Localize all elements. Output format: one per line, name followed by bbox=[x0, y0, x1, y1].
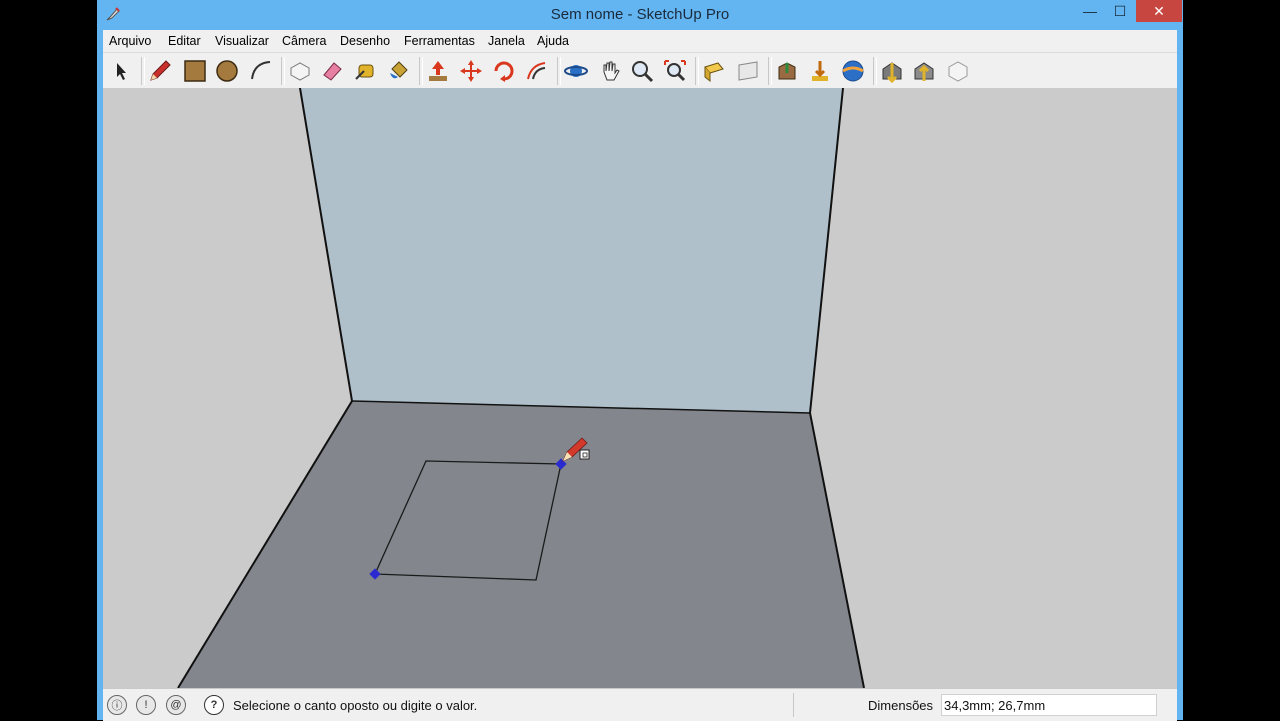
orbit-tool-button[interactable] bbox=[563, 58, 589, 84]
previous-view-icon bbox=[704, 62, 724, 83]
minimize-button[interactable]: — bbox=[1074, 0, 1106, 22]
component-icon bbox=[290, 62, 310, 81]
toolbar-separator bbox=[768, 57, 772, 85]
title-bar[interactable]: Sem nome - SketchUp Pro — ☐ ✕ bbox=[97, 0, 1183, 30]
circle-icon bbox=[216, 60, 238, 82]
menu-desenho[interactable]: Desenho bbox=[340, 34, 390, 48]
zoom-tool-button[interactable] bbox=[629, 58, 655, 84]
eraser-icon bbox=[323, 62, 342, 81]
arrow-icon bbox=[117, 63, 126, 80]
eraser-tool-button[interactable] bbox=[319, 58, 345, 84]
close-button[interactable]: ✕ bbox=[1136, 0, 1182, 22]
share-model-icon bbox=[812, 61, 828, 81]
zoom-extents-button[interactable] bbox=[662, 58, 688, 84]
paint-bucket-icon bbox=[390, 61, 408, 79]
move-tool-button[interactable] bbox=[458, 58, 484, 84]
rotate-tool-button[interactable] bbox=[491, 58, 517, 84]
layout-icon bbox=[948, 61, 968, 82]
warehouse-button[interactable] bbox=[879, 58, 905, 84]
arc-icon bbox=[251, 61, 271, 80]
back-wall bbox=[300, 88, 843, 413]
right-wall bbox=[810, 88, 1177, 688]
pencil-icon bbox=[150, 60, 171, 81]
menu-visualizar[interactable]: Visualizar bbox=[215, 34, 269, 48]
get-models-button[interactable] bbox=[774, 58, 800, 84]
warehouse-icon bbox=[882, 62, 902, 83]
toolbar-separator bbox=[141, 57, 145, 85]
toolbar-separator bbox=[557, 57, 561, 85]
drawing-viewport[interactable] bbox=[103, 88, 1177, 688]
menu-camera[interactable]: Câmera bbox=[282, 34, 326, 48]
measurements-label: Dimensões bbox=[868, 698, 934, 713]
offset-icon bbox=[527, 62, 546, 80]
globe-icon bbox=[842, 60, 864, 82]
tape-measure-icon bbox=[355, 64, 374, 80]
sketchup-window: Sem nome - SketchUp Pro — ☐ ✕ Arquivo Ed… bbox=[97, 0, 1183, 721]
share-model-button[interactable] bbox=[807, 58, 833, 84]
toolbar-separator bbox=[419, 57, 423, 85]
menu-arquivo[interactable]: Arquivo bbox=[109, 34, 151, 48]
offset-tool-button[interactable] bbox=[524, 58, 550, 84]
circle-tool-button[interactable] bbox=[214, 58, 240, 84]
push-pull-icon bbox=[429, 61, 447, 81]
scene-canvas[interactable] bbox=[103, 88, 1177, 688]
menu-ferramentas[interactable]: Ferramentas bbox=[404, 34, 475, 48]
select-tool-button[interactable] bbox=[109, 58, 135, 84]
status-bar: ⓘ ! @ ? Selecione o canto oposto ou digi… bbox=[103, 688, 1177, 721]
share-component-button[interactable] bbox=[840, 58, 866, 84]
menu-editar[interactable]: Editar bbox=[168, 34, 201, 48]
push-pull-button[interactable] bbox=[425, 58, 451, 84]
move-icon bbox=[460, 60, 482, 82]
orbit-icon bbox=[564, 65, 588, 77]
maximize-button[interactable]: ☐ bbox=[1104, 0, 1136, 22]
hand-icon bbox=[603, 61, 620, 81]
zoom-extents-icon bbox=[664, 60, 686, 82]
maximize-icon: ☐ bbox=[1113, 2, 1127, 19]
minimize-icon: — bbox=[1083, 3, 1097, 19]
menu-ajuda[interactable]: Ajuda bbox=[537, 34, 569, 48]
extension-warehouse-icon bbox=[914, 62, 934, 81]
menu-janela[interactable]: Janela bbox=[488, 34, 525, 48]
paint-bucket-button[interactable] bbox=[386, 58, 412, 84]
toolbar-separator bbox=[695, 57, 699, 85]
window-title: Sem nome - SketchUp Pro bbox=[550, 6, 730, 23]
close-icon: ✕ bbox=[1153, 2, 1165, 19]
credits-icon[interactable]: ! bbox=[136, 695, 156, 715]
status-message: Selecione o canto oposto ou digite o val… bbox=[233, 698, 478, 713]
layout-button[interactable] bbox=[945, 58, 971, 84]
tape-measure-button[interactable] bbox=[353, 58, 379, 84]
rectangle-icon bbox=[184, 60, 206, 82]
menu-bar: Arquivo Editar Visualizar Câmera Desenho… bbox=[103, 30, 1177, 52]
next-view-icon bbox=[738, 61, 758, 81]
magnifier-icon bbox=[632, 61, 654, 83]
rectangle-tool-button[interactable] bbox=[182, 58, 208, 84]
pan-tool-button[interactable] bbox=[597, 58, 623, 84]
status-divider bbox=[793, 693, 794, 717]
rotate-icon bbox=[494, 61, 514, 82]
get-models-icon bbox=[778, 62, 796, 80]
user-account-icon[interactable]: @ bbox=[166, 695, 186, 715]
next-view-button[interactable] bbox=[735, 58, 761, 84]
toolbar-separator bbox=[281, 57, 285, 85]
arc-tool-button[interactable] bbox=[248, 58, 274, 84]
make-component-button[interactable] bbox=[287, 58, 313, 84]
main-toolbar bbox=[103, 52, 1177, 88]
geo-location-icon[interactable]: ⓘ bbox=[107, 695, 127, 715]
measurements-input[interactable]: 34,3mm; 26,7mm bbox=[941, 694, 1157, 716]
help-icon[interactable]: ? bbox=[204, 695, 224, 715]
previous-view-button[interactable] bbox=[701, 58, 727, 84]
extension-warehouse-button[interactable] bbox=[911, 58, 937, 84]
line-tool-button[interactable] bbox=[147, 58, 173, 84]
toolbar-separator bbox=[873, 57, 877, 85]
